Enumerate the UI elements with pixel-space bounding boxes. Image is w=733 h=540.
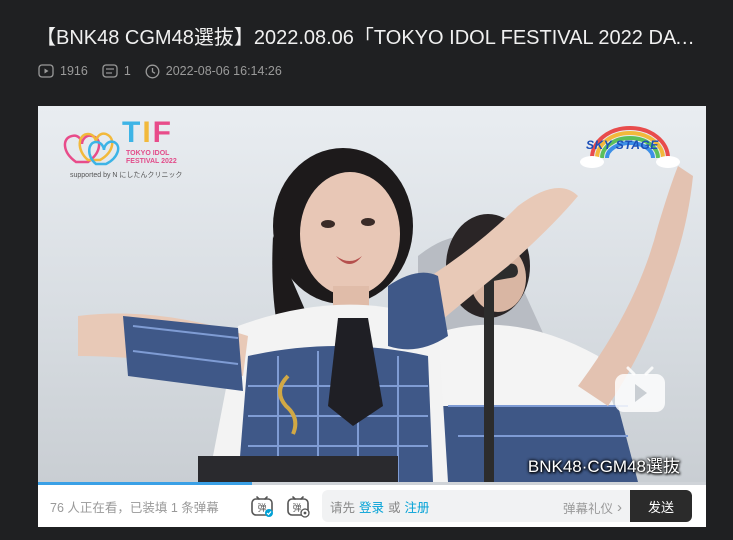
video-meta: 1916 1 2022-08-06 16:14:26 xyxy=(38,62,282,80)
tif-sub-line2: FESTIVAL 2022 xyxy=(126,158,177,165)
danmaku-count: 1 xyxy=(102,64,131,78)
tif-subtitle: TOKYO IDOL FESTIVAL 2022 xyxy=(126,150,177,166)
tif-letter-t: T xyxy=(122,116,143,149)
danmaku-count-icon xyxy=(102,64,118,78)
danmaku-controls: 弹 弹 xyxy=(250,494,310,518)
tif-sub-line1: TOKYO IDOL xyxy=(126,150,170,157)
tif-logo: TIF TOKYO IDOL FESTIVAL 2022 supported b… xyxy=(60,116,210,179)
play-count-icon xyxy=(38,64,54,78)
video-caption: BNK48·CGM48選抜 xyxy=(527,457,680,476)
sky-stage-logo: SKY STAGE xyxy=(580,124,680,168)
publish-time: 2022-08-06 16:14:26 xyxy=(145,64,282,79)
view-count: 1916 xyxy=(38,64,88,78)
publish-time-value: 2022-08-06 16:14:26 xyxy=(165,64,282,78)
danmaku-bar: 76 人正在看，已装填 1 条弹幕 弹 弹 请先 登录 或 注册 弹幕礼仪 › … xyxy=(38,485,706,527)
video-title: 【BNK48 CGM48選抜】2022.08.06「TOKYO IDOL FES… xyxy=(36,27,706,49)
video-player[interactable]: TIF TOKYO IDOL FESTIVAL 2022 supported b… xyxy=(38,106,706,527)
register-link[interactable]: 注册 xyxy=(405,497,430,516)
tif-letter-i: I xyxy=(142,116,153,149)
or-text: 或 xyxy=(388,500,401,515)
tif-letters: TIF xyxy=(122,116,173,150)
danmaku-settings-icon[interactable]: 弹 xyxy=(286,494,310,518)
danmaku-count-value: 1 xyxy=(123,64,131,78)
video-frame[interactable]: TIF TOKYO IDOL FESTIVAL 2022 supported b… xyxy=(38,106,706,482)
tif-hearts-icon xyxy=(63,132,120,166)
bilibili-play-icon[interactable] xyxy=(612,364,668,416)
clock-icon xyxy=(145,64,160,78)
chevron-right-icon: › xyxy=(617,499,622,516)
login-prompt-prefix: 请先 xyxy=(330,500,356,515)
send-button[interactable]: 发送 xyxy=(630,490,692,522)
view-count-value: 1916 xyxy=(60,64,88,78)
danmaku-toggle-icon[interactable]: 弹 xyxy=(250,494,274,518)
danmaku-etiquette-link[interactable]: 弹幕礼仪 › xyxy=(563,498,622,517)
sky-stage-text: SKY STAGE xyxy=(586,138,659,152)
etiquette-label: 弹幕礼仪 xyxy=(562,502,613,516)
tif-letter-f: F xyxy=(152,116,173,149)
danmaku-input[interactable]: 请先 登录 或 注册 弹幕礼仪 › xyxy=(322,490,630,522)
tif-sponsor: supported by N にしたんクリニック xyxy=(70,172,183,179)
svg-text:弹: 弹 xyxy=(292,502,301,514)
login-link[interactable]: 登录 xyxy=(359,497,384,516)
viewer-count: 76 人正在看，已装填 1 条弹幕 xyxy=(50,500,219,515)
